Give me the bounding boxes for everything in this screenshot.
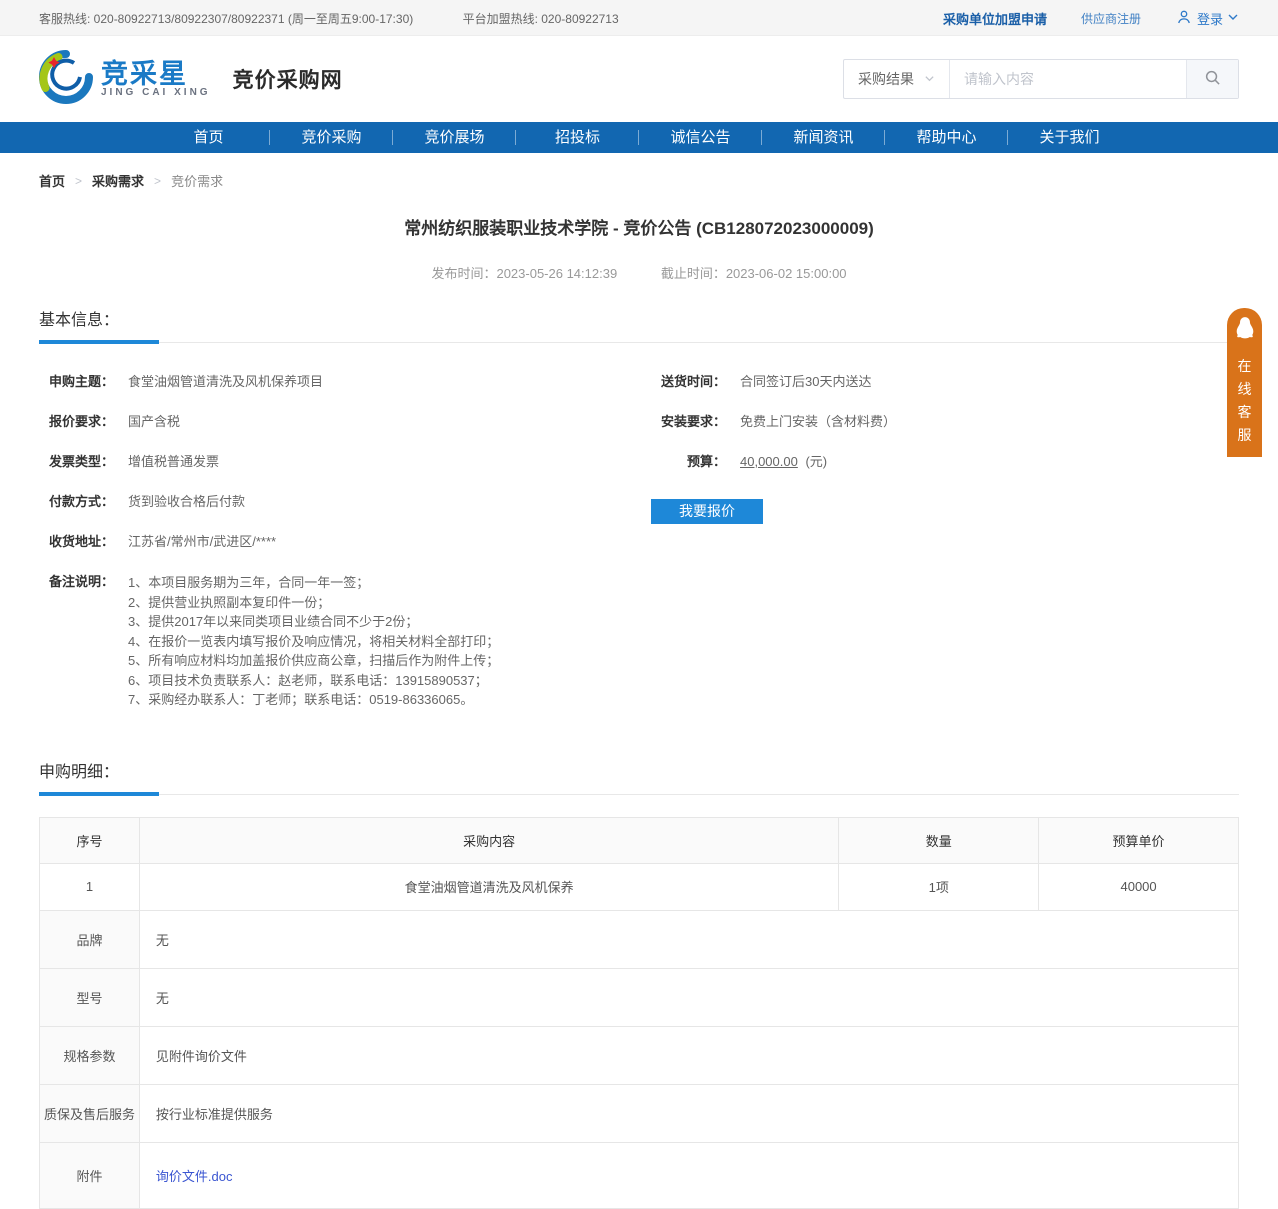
search-category-value: 采购结果 [858, 69, 914, 89]
field-delivery-time: 送货时间： 合同签订后30天内送达 [651, 373, 1239, 391]
table-row-model: 型号 无 [40, 968, 1239, 1026]
site-logo[interactable]: 竞采星 JING CAI XING 竞价采购网 [39, 50, 343, 109]
field-install-requirement: 安装要求： 免费上门安装（含材料费） [651, 413, 1239, 431]
section-active-bar [39, 792, 159, 796]
submit-quote-button[interactable]: 我要报价 [651, 499, 763, 524]
logo-text-cn: 竞采星 [101, 61, 211, 87]
col-header-no: 序号 [40, 817, 140, 863]
nav-item-home[interactable]: 首页 [147, 122, 270, 153]
qq-penguin-icon [1227, 316, 1262, 349]
online-service-widget[interactable]: 在线客服 [1227, 308, 1262, 457]
cell-qty: 1项 [839, 863, 1039, 910]
breadcrumb-separator-icon: > [75, 174, 82, 188]
nav-item-bidding-purchase[interactable]: 竞价采购 [270, 122, 393, 153]
basic-info-title: 基本信息： [39, 312, 119, 329]
purchase-detail-table: 序号 采购内容 数量 预算单价 1 食堂油烟管道清洗及风机保养 1项 40000… [39, 817, 1239, 1209]
field-remarks: 备注说明： 1、本项目服务期为三年，合同一年一签； 2、提供营业执照副本复印件一… [39, 573, 651, 710]
chevron-down-icon [924, 71, 935, 87]
login-button[interactable]: 登录 [1175, 8, 1239, 29]
breadcrumb-home[interactable]: 首页 [39, 171, 65, 190]
chevron-down-icon [1227, 11, 1239, 26]
attachment-link[interactable]: 询价文件.doc [156, 1169, 233, 1184]
basic-info-section-head: 基本信息： [39, 306, 1239, 343]
search-bar: 采购结果 [843, 59, 1239, 99]
main-nav: 首页 竞价采购 竞价展场 招投标 诚信公告 新闻资讯 帮助中心 关于我们 [0, 122, 1278, 153]
table-row: 1 食堂油烟管道清洗及风机保养 1项 40000 [40, 863, 1239, 910]
site-name: 竞价采购网 [233, 64, 343, 94]
detail-title: 申购明细： [39, 764, 119, 781]
search-icon [1204, 69, 1221, 89]
search-input[interactable] [950, 60, 1186, 98]
hotline-group: 客服热线: 020-80922713/80922307/80922371 (周一… [39, 10, 665, 27]
nav-item-help-center[interactable]: 帮助中心 [885, 122, 1008, 153]
logo-text-en: JING CAI XING [101, 87, 211, 98]
remark-lines: 1、本项目服务期为三年，合同一年一签； 2、提供营业执照副本复印件一份； 3、提… [128, 573, 499, 710]
detail-section-head: 申购明细： [39, 758, 1239, 795]
field-quote-requirement: 报价要求： 国产含税 [39, 413, 651, 431]
cell-content: 食堂油烟管道清洗及风机保养 [139, 863, 838, 910]
breadcrumb-purchase-demand[interactable]: 采购需求 [92, 171, 144, 190]
table-row-warranty: 质保及售后服务 按行业标准提供服务 [40, 1084, 1239, 1142]
online-service-label: 在线客服 [1238, 355, 1252, 447]
purchaser-join-link[interactable]: 采购单位加盟申请 [943, 9, 1047, 28]
user-icon [1175, 8, 1193, 29]
table-row-brand: 品牌 无 [40, 910, 1239, 968]
nav-item-tender[interactable]: 招投标 [516, 122, 639, 153]
breadcrumb: 首页 > 采购需求 > 竞价需求 [39, 171, 1239, 190]
platform-hotline: 平台加盟热线: 020-80922713 [463, 12, 619, 26]
notice-meta: 发布时间：2023-05-26 14:12:39 截止时间：2023-06-02… [39, 263, 1239, 282]
budget-unit: (元) [805, 454, 827, 469]
search-category-select[interactable]: 采购结果 [844, 60, 950, 98]
breadcrumb-current: 竞价需求 [171, 171, 223, 190]
col-header-content: 采购内容 [139, 817, 838, 863]
login-label: 登录 [1197, 9, 1223, 28]
nav-item-about-us[interactable]: 关于我们 [1008, 122, 1131, 153]
nav-item-news[interactable]: 新闻资讯 [762, 122, 885, 153]
service-hotline: 客服热线: 020-80922713/80922307/80922371 (周一… [39, 12, 413, 26]
top-bar: 客服热线: 020-80922713/80922307/80922371 (周一… [0, 0, 1278, 36]
col-header-price: 预算单价 [1039, 817, 1239, 863]
deadline-time: 截止时间：2023-06-02 15:00:00 [661, 266, 847, 281]
breadcrumb-separator-icon: > [154, 174, 161, 188]
field-subject: 申购主题： 食堂油烟管道清洗及风机保养项目 [39, 373, 651, 391]
logo-swirl-icon [39, 50, 93, 109]
budget-amount-link[interactable]: 40,000.00 [740, 454, 798, 469]
cell-no: 1 [40, 863, 140, 910]
field-budget: 预算： 40,000.00 (元) [651, 453, 1239, 471]
cell-price: 40000 [1039, 863, 1239, 910]
field-invoice-type: 发票类型： 增值税普通发票 [39, 453, 651, 471]
table-row-spec: 规格参数 见附件询价文件 [40, 1026, 1239, 1084]
main-content: 首页 > 采购需求 > 竞价需求 常州纺织服装职业技术学院 - 竞价公告 (CB… [39, 153, 1239, 1209]
publish-time: 发布时间：2023-05-26 14:12:39 [431, 266, 617, 281]
site-header: 竞采星 JING CAI XING 竞价采购网 采购结果 [0, 36, 1278, 122]
nav-item-bidding-hall[interactable]: 竞价展场 [393, 122, 516, 153]
page-title: 常州纺织服装职业技术学院 - 竞价公告 (CB128072023000009) [39, 214, 1239, 239]
col-header-qty: 数量 [839, 817, 1039, 863]
table-header-row: 序号 采购内容 数量 预算单价 [40, 817, 1239, 863]
nav-item-integrity-notice[interactable]: 诚信公告 [639, 122, 762, 153]
table-row-attachment: 附件 询价文件.doc [40, 1142, 1239, 1208]
field-delivery-address: 收货地址： 江苏省/常州市/武进区/**** [39, 533, 651, 551]
search-button[interactable] [1186, 60, 1238, 98]
supplier-register-link[interactable]: 供应商注册 [1081, 10, 1141, 27]
section-active-bar [39, 340, 159, 344]
field-payment-method: 付款方式： 货到验收合格后付款 [39, 493, 651, 511]
